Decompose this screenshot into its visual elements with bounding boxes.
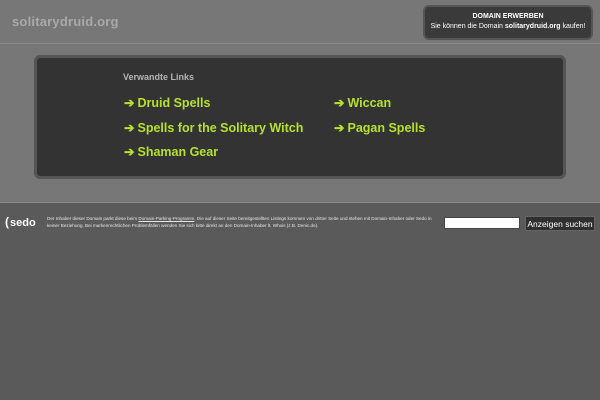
buy-domain-name: solitarydruid.org [504,23,561,30]
header-divider [0,43,600,44]
link-spells-for-the-solitary-witch[interactable]: ➔ Spells for the Solitary Witch [124,120,303,135]
link-label: Shaman Gear [137,145,219,159]
link-label: Druid Spells [137,96,211,110]
site-title: solitarydruid.org [12,14,119,29]
buy-domain-text: Sie können die Domain solitarydruid.org … [425,23,591,30]
search-ads-button[interactable]: Anzeigen suchen [525,216,595,231]
sedo-logo-text: sedo [10,217,36,229]
link-druid-spells[interactable]: ➔ Druid Spells [124,95,210,110]
buy-domain-title[interactable]: DOMAIN ERWERBEN [425,13,591,20]
sedo-logo[interactable]: (sedo [5,215,36,229]
footer: (sedo Der Inhaber dieser Domain parkt di… [0,212,600,234]
link-shaman-gear[interactable]: ➔ Shaman Gear [124,144,218,159]
arrow-right-icon: ➔ [124,121,135,135]
sedo-logo-icon: ( [5,215,9,229]
buy-domain-text-prefix: Sie können die Domain [430,23,505,30]
arrow-right-icon: ➔ [334,121,345,135]
link-label: Wiccan [347,96,392,110]
link-pagan-spells[interactable]: ➔ Pagan Spells [334,120,425,135]
link-wiccan[interactable]: ➔ Wiccan [334,95,391,110]
arrow-right-icon: ➔ [334,96,345,110]
buy-domain-text-suffix: kaufen! [560,23,586,30]
related-links-panel: Verwandte Links ➔ Druid Spells ➔ Spells fo… [34,55,566,179]
footer-disclaimer: Der Inhaber dieser Domain parkt diese be… [47,215,437,229]
related-links-title: Verwandte Links [123,72,195,82]
arrow-right-icon: ➔ [124,145,135,159]
arrow-right-icon: ➔ [124,96,135,110]
top-band: solitarydruid.org DOMAIN ERWERBEN Sie kö… [0,0,600,203]
search-input[interactable] [444,217,520,229]
disclaimer-text-pre: Der Inhaber dieser Domain parkt diese be… [47,216,139,221]
link-label: Pagan Spells [347,121,426,135]
link-label: Spells for the Solitary Witch [137,121,304,135]
buy-domain-box[interactable]: DOMAIN ERWERBEN Sie können die Domain so… [423,5,593,40]
domain-parking-link[interactable]: Domain-Parking-Programm [138,216,194,221]
